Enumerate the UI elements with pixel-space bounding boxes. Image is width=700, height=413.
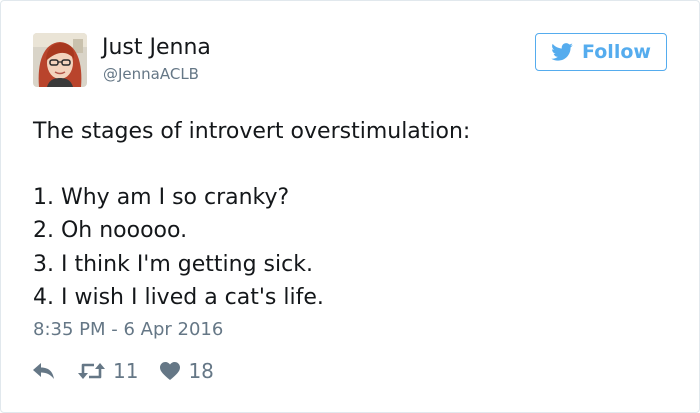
tweet-text-line: 2. Oh nooooo. [33,218,188,243]
like-button[interactable]: 18 [160,358,214,384]
reply-arrow-icon [33,363,55,379]
retweet-button[interactable]: 11 [78,358,138,384]
user-handle[interactable]: @JennaACLB [103,64,199,84]
retweet-icon [78,362,105,380]
follow-button[interactable]: Follow [535,33,667,71]
heart-icon [160,362,181,380]
retweet-count: 11 [113,359,139,383]
avatar[interactable] [33,33,87,87]
follow-button-label: Follow [582,41,651,63]
tweet-text-line: 3. I think I'm getting sick. [33,252,313,277]
like-count: 18 [188,359,214,383]
tweet-actions: 11 18 [33,358,214,384]
user-display-name[interactable]: Just Jenna [102,34,211,62]
tweet-text-line: 1. Why am I so cranky? [33,185,290,210]
tweet-timestamp[interactable]: 8:35 PM - 6 Apr 2016 [33,318,223,342]
tweet-text-line: The stages of introvert overstimulation: [33,119,471,144]
tweet-card: Just Jenna @JennaACLB Follow The stages … [0,0,700,413]
avatar-image [33,33,87,87]
reply-button[interactable] [33,363,58,379]
tweet-text-line: 4. I wish I lived a cat's life. [33,285,324,310]
twitter-bird-icon [551,43,573,61]
